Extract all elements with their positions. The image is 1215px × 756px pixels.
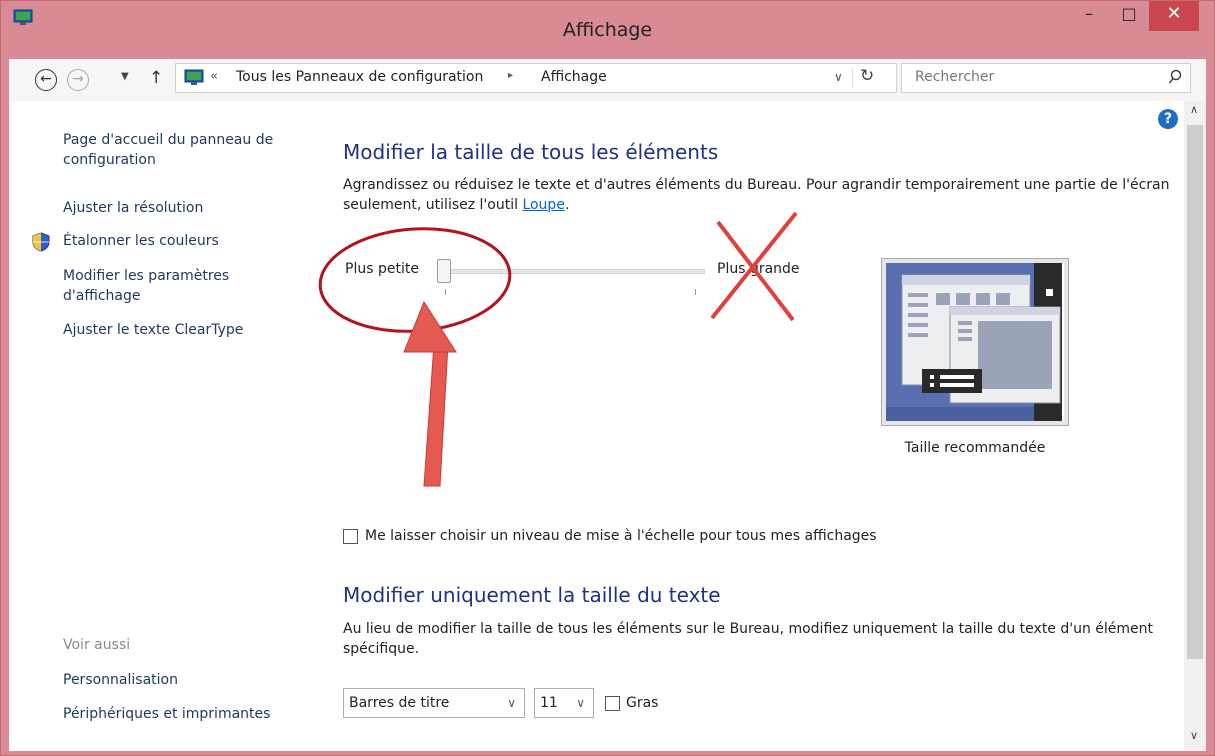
breadcrumb-all-control-panels[interactable]: Tous les Panneaux de configuration: [236, 69, 483, 85]
sidebar-item-devices-printers[interactable]: Périphériques et imprimantes: [63, 704, 270, 724]
slider-tick-max: [695, 289, 696, 295]
search-icon[interactable]: [1168, 69, 1182, 87]
bold-checkbox[interactable]: [605, 696, 620, 711]
element-select-value: Barres de titre: [349, 695, 450, 711]
chevron-down-icon: ∨: [576, 696, 585, 710]
up-button[interactable]: ↑: [149, 68, 163, 88]
refresh-icon[interactable]: ↻: [860, 66, 874, 86]
size-preview-image: [881, 258, 1069, 426]
bold-label[interactable]: Gras: [626, 693, 658, 713]
scroll-up-icon[interactable]: ∧: [1190, 103, 1198, 116]
maximize-button[interactable]: □: [1109, 1, 1149, 31]
slider-min-label: Plus petite: [345, 261, 419, 277]
chevron-down-icon: ∨: [507, 696, 516, 710]
scrollbar-thumb[interactable]: [1187, 125, 1203, 659]
breadcrumb-overflow-icon[interactable]: «: [210, 69, 218, 84]
change-text-size-description: Au lieu de modifier la taille de tous le…: [343, 621, 1154, 657]
help-icon[interactable]: ?: [1158, 109, 1178, 129]
search-input[interactable]: Rechercher: [915, 69, 994, 85]
search-box[interactable]: Rechercher: [901, 63, 1191, 93]
window-title: Affichage: [562, 19, 653, 41]
recommended-size-label: Taille recommandée: [904, 440, 1046, 456]
slider-max-label: Plus grande: [717, 261, 800, 277]
control-panel-icon: [184, 69, 204, 85]
title-bar: Affichage – □ ✕: [1, 1, 1214, 59]
close-button[interactable]: ✕: [1149, 1, 1199, 31]
sidebar-item-calibrate-colors[interactable]: Étalonner les couleurs: [63, 231, 219, 251]
sidebar-item-resolution[interactable]: Ajuster la résolution: [63, 198, 203, 218]
size-slider-track[interactable]: [441, 269, 705, 274]
address-divider: [852, 68, 853, 88]
minimize-button[interactable]: –: [1069, 1, 1109, 31]
address-bar[interactable]: « Tous les Panneaux de configuration ▸ A…: [175, 63, 897, 93]
change-size-all-items-heading: Modifier la taille de tous les éléments: [343, 140, 719, 164]
change-size-description: Agrandissez ou réduisez le texte et d'au…: [343, 175, 1173, 215]
sidebar-item-cleartype[interactable]: Ajuster le texte ClearType: [63, 320, 243, 340]
loupe-link[interactable]: Loupe: [522, 197, 565, 213]
scroll-down-icon[interactable]: ∨: [1190, 729, 1198, 742]
font-size-select-value: 11: [540, 695, 558, 711]
sidebar-item-display-settings[interactable]: Modifier les paramètres d'affichage: [63, 266, 263, 306]
element-select[interactable]: Barres de titre ∨: [343, 688, 525, 718]
uac-shield-icon: [32, 232, 50, 252]
back-button[interactable]: ←: [35, 69, 57, 91]
scaling-level-checkbox[interactable]: [343, 529, 358, 544]
navigation-bar: ← → ▼ ↑ « Tous les Panneaux de configura…: [9, 59, 1206, 101]
description-period: .: [564, 197, 570, 213]
sidebar-item-personalization[interactable]: Personnalisation: [63, 670, 178, 690]
breadcrumb-separator-icon[interactable]: ▸: [508, 70, 513, 81]
preview-illustration: [886, 263, 1064, 421]
size-slider-thumb[interactable]: [437, 259, 451, 283]
forward-button[interactable]: →: [67, 69, 89, 91]
see-also-heading: Voir aussi: [63, 637, 131, 653]
breadcrumb-display[interactable]: Affichage: [541, 69, 607, 85]
slider-tick-min: [445, 289, 446, 295]
font-size-select[interactable]: 11 ∨: [534, 688, 594, 718]
scaling-level-label[interactable]: Me laisser choisir un niveau de mise à l…: [365, 526, 877, 546]
address-dropdown-icon[interactable]: ∨: [834, 70, 843, 84]
recent-locations-button[interactable]: ▼: [121, 71, 129, 82]
change-size-description-text: Agrandissez ou réduisez le texte et d'au…: [343, 177, 1170, 213]
sidebar-home-link[interactable]: Page d'accueil du panneau de configurati…: [63, 130, 303, 170]
change-text-size-heading: Modifier uniquement la taille du texte: [343, 583, 721, 607]
content-area: Page d'accueil du panneau de configurati…: [9, 101, 1206, 751]
vertical-scrollbar[interactable]: ∧ ∨: [1184, 101, 1206, 751]
window: Affichage – □ ✕ ← → ▼ ↑ « Tous les Panne…: [0, 0, 1215, 756]
